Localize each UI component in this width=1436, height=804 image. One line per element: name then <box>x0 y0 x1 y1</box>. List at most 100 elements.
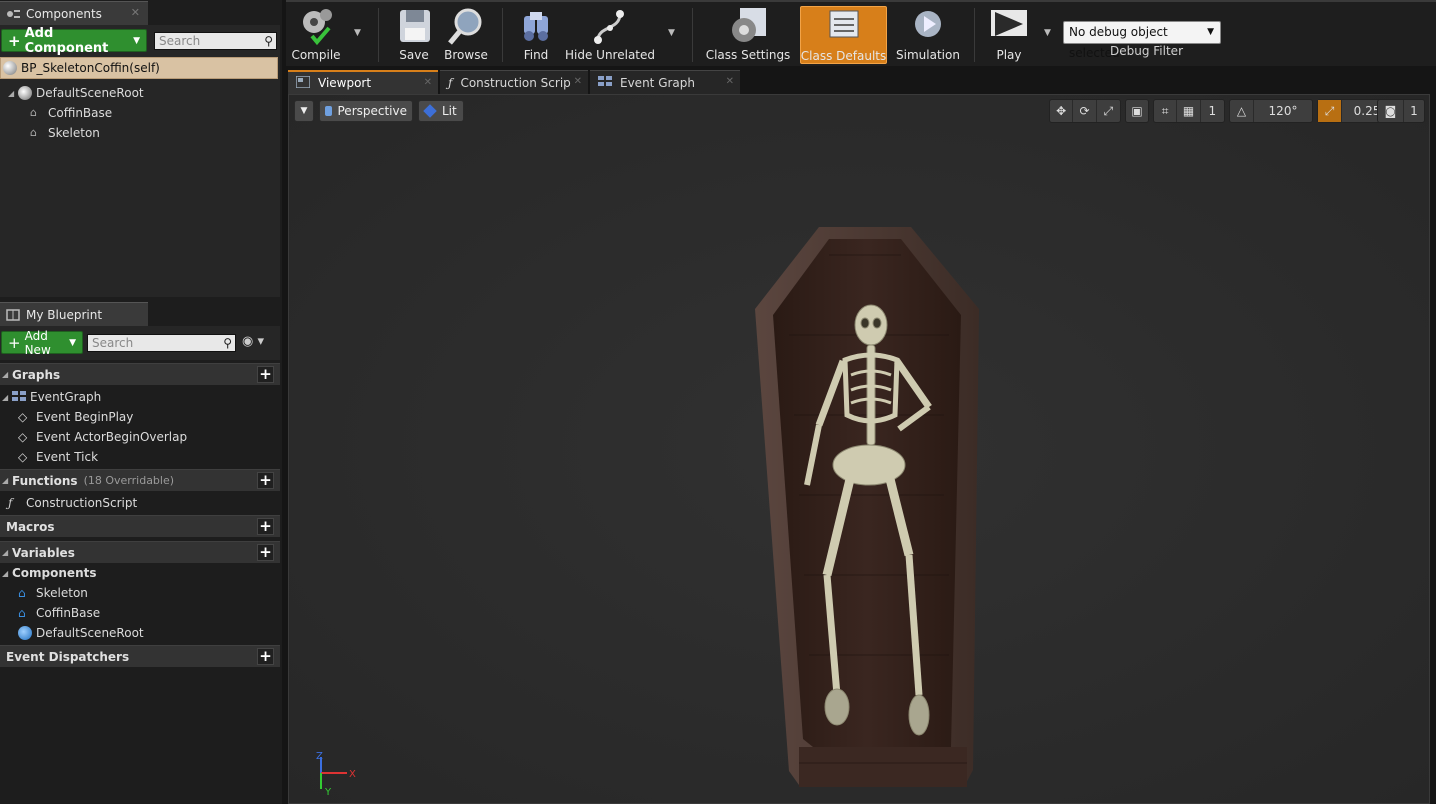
close-icon[interactable]: ✕ <box>574 76 582 87</box>
hide-unrelated-dropdown[interactable]: ▼ <box>668 28 675 38</box>
grid-snap-value[interactable]: 1 <box>1201 100 1224 122</box>
tree-item-defaultsceneroot[interactable]: ◢ DefaultSceneRoot <box>8 83 144 103</box>
search-icon: ⚲ <box>223 336 232 350</box>
browse-icon <box>446 6 486 46</box>
camera-speed-icon[interactable]: ◙ <box>1378 100 1404 122</box>
browse-button[interactable]: Browse <box>442 6 490 64</box>
class-defaults-button[interactable]: Class Defaults <box>800 6 887 64</box>
tab-event-graph[interactable]: Event Graph ✕ <box>590 70 740 94</box>
world-cube-icon[interactable]: ▣ <box>1126 100 1148 122</box>
world-local-toggle: ▣ <box>1125 99 1149 123</box>
add-macro-button[interactable]: + <box>257 518 274 535</box>
chevron-down-icon: ▼ <box>1207 27 1214 37</box>
my-blueprint-panel: + Add New ▼ Search ⚲ ◉ ▾ ◢ Graphs + ◢ Ev… <box>0 326 280 804</box>
tab-construction-script[interactable]: ƒ Construction Scrip ✕ <box>440 70 588 94</box>
close-icon[interactable]: ✕ <box>726 76 734 87</box>
eye-icon[interactable]: ◉ ▾ <box>242 334 264 349</box>
grid-snap-icon[interactable]: ▦ <box>1177 100 1201 122</box>
tab-label: Event Graph <box>620 75 695 90</box>
tab-my-blueprint[interactable]: My Blueprint <box>0 302 148 326</box>
compile-icon <box>296 6 336 46</box>
section-graphs[interactable]: ◢ Graphs + <box>0 363 280 385</box>
tree-item-eventgraph[interactable]: ◢ EventGraph <box>2 387 101 407</box>
perspective-label: Perspective <box>337 104 408 118</box>
chevron-down-icon: ▼ <box>300 106 308 116</box>
add-component-button[interactable]: + Add Component ▼ <box>1 26 147 56</box>
play-button[interactable]: Play <box>986 6 1032 64</box>
axis-z-label: Z <box>316 751 323 762</box>
save-button[interactable]: Save <box>392 6 436 64</box>
variable-label: CoffinBase <box>36 606 101 620</box>
section-event-dispatchers[interactable]: Event Dispatchers + <box>0 645 280 667</box>
tree-item-variable[interactable]: DefaultSceneRoot <box>18 623 144 643</box>
search-placeholder: Search <box>159 34 201 48</box>
play-options-dropdown[interactable]: ▼ <box>1044 28 1051 38</box>
add-function-button[interactable]: + <box>257 472 274 489</box>
surface-snap-icon[interactable]: ⌗ <box>1154 100 1178 122</box>
tree-item-variable[interactable]: ⌂ CoffinBase <box>18 603 100 623</box>
angle-snap-icon[interactable]: △ <box>1230 100 1254 122</box>
angle-snap-value[interactable]: 120° <box>1254 100 1312 122</box>
add-dispatcher-button[interactable]: + <box>257 648 274 665</box>
left-column: Components ✕ + Add Component ▼ Search ⚲ … <box>0 0 282 804</box>
add-variable-button[interactable]: + <box>257 544 274 561</box>
components-tab-label: Components <box>26 6 102 21</box>
lit-button[interactable]: Lit <box>418 100 464 122</box>
section-functions[interactable]: ◢ Functions (18 Overridable) + <box>0 469 280 491</box>
tree-item-event[interactable]: ◇ Event BeginPlay <box>18 407 133 427</box>
scale-icon[interactable]: ⤢ <box>1097 100 1120 122</box>
viewport-canvas[interactable]: ▼ Perspective Lit ✥ ⟳ ⤢ ▣ ⌗ ▦ 1 △ 120° ⤢… <box>288 94 1430 804</box>
tree-item-function[interactable]: ƒ ConstructionScript <box>8 493 137 513</box>
compile-options-dropdown[interactable]: ▼ <box>354 28 361 38</box>
close-icon[interactable]: ✕ <box>131 6 140 19</box>
function-icon: ƒ <box>448 75 453 90</box>
toolbar-separator <box>692 8 693 62</box>
find-button[interactable]: Find <box>514 6 558 64</box>
tab-viewport[interactable]: Viewport ✕ <box>288 70 438 94</box>
tab-components[interactable]: Components ✕ <box>0 1 148 25</box>
axis-y-label: Y <box>324 787 332 797</box>
event-label: Event BeginPlay <box>36 410 134 424</box>
expand-triangle-icon: ◢ <box>2 370 9 379</box>
variable-label: DefaultSceneRoot <box>36 626 144 640</box>
camera-icon <box>325 106 332 116</box>
camera-speed-value[interactable]: 1 <box>1404 100 1424 122</box>
camera-speed-group: ◙ 1 <box>1377 99 1425 123</box>
section-variables[interactable]: ◢ Variables + <box>0 541 280 563</box>
close-icon[interactable]: ✕ <box>424 77 432 88</box>
search-placeholder: Search <box>92 336 134 350</box>
tree-item-coffinbase[interactable]: ⌂ CoffinBase <box>30 103 112 123</box>
chevron-down-icon: ▼ <box>133 35 140 46</box>
document-tabs: Viewport ✕ ƒ Construction Scrip ✕ Event … <box>286 66 1436 94</box>
tree-item-label: Skeleton <box>48 126 100 140</box>
tree-item-components-category[interactable]: ◢ Components <box>2 563 97 583</box>
viewport-options-dropdown[interactable]: ▼ <box>294 100 314 122</box>
event-diamond-icon: ◇ <box>18 410 28 424</box>
self-row[interactable]: BP_SkeletonCoffin(self) <box>0 57 278 79</box>
tree-item-skeleton[interactable]: ⌂ Skeleton <box>30 123 100 143</box>
tree-item-event[interactable]: ◇ Event ActorBeginOverlap <box>18 427 187 447</box>
debug-object-select[interactable]: No debug object selected ▼ <box>1063 21 1221 60</box>
class-settings-button[interactable]: Class Settings <box>706 6 790 64</box>
tree-item-variable[interactable]: ⌂ Skeleton <box>18 583 88 603</box>
blueprint-search-input[interactable]: Search ⚲ <box>87 334 236 352</box>
perspective-button[interactable]: Perspective <box>319 100 413 122</box>
toolbar-separator <box>502 8 503 62</box>
hide-unrelated-button[interactable]: Hide Unrelated <box>565 6 656 64</box>
rotate-icon[interactable]: ⟳ <box>1073 100 1097 122</box>
plus-icon: + <box>8 31 21 50</box>
scale-snap-icon[interactable]: ⤢ <box>1318 100 1342 122</box>
compile-button[interactable]: Compile <box>290 6 342 64</box>
expand-triangle-icon: ◢ <box>2 568 9 578</box>
components-search-input[interactable]: Search ⚲ <box>154 32 277 50</box>
expand-triangle-icon: ◢ <box>2 392 9 402</box>
tree-item-event[interactable]: ◇ Event Tick <box>18 447 98 467</box>
translate-icon[interactable]: ✥ <box>1050 100 1074 122</box>
add-new-button[interactable]: + Add New ▼ <box>1 329 83 357</box>
hide-unrelated-label: Hide Unrelated <box>565 48 656 62</box>
angle-snap-group: △ 120° <box>1229 99 1313 123</box>
simulation-button[interactable]: Simulation <box>896 6 960 64</box>
event-label: Event ActorBeginOverlap <box>36 430 188 444</box>
section-macros[interactable]: Macros + <box>0 515 280 537</box>
add-graph-button[interactable]: + <box>257 366 274 383</box>
